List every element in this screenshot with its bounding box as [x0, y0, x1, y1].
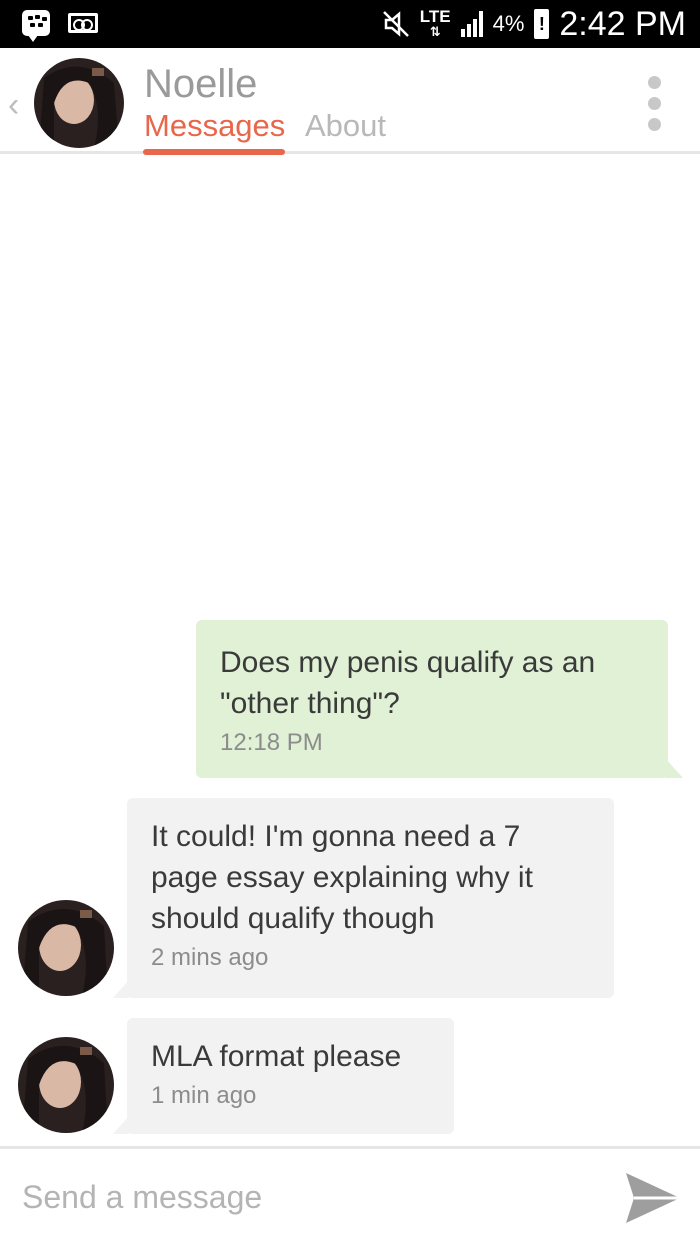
signal-icon [460, 11, 483, 37]
contact-name: Noelle [144, 62, 258, 106]
incoming-message: It could! I'm gonna need a 7 page essay … [113, 798, 614, 998]
message-timestamp: 12:18 PM [220, 729, 323, 756]
battery-icon: ! [534, 9, 550, 39]
system-icons: LTE ⇅ 4% ! 2:42 PM [382, 0, 686, 48]
status-bar: LTE ⇅ 4% ! 2:42 PM [0, 0, 700, 48]
overflow-menu-icon[interactable] [648, 76, 662, 131]
incoming-message: MLA format please 1 min ago [113, 1018, 454, 1134]
send-icon[interactable] [624, 1171, 682, 1225]
network-type: LTE ⇅ [419, 7, 451, 39]
mute-icon [382, 11, 409, 37]
message-text: It could! I'm gonna need a 7 page essay … [151, 820, 533, 935]
tab-messages[interactable]: Messages [144, 108, 285, 144]
message-text: MLA format please [151, 1040, 402, 1073]
message-composer [0, 1146, 700, 1244]
voicemail-icon [68, 13, 98, 33]
clock: 2:42 PM [559, 4, 686, 43]
conversation-header: ‹ Noelle Messages About [0, 48, 700, 155]
bbm-icon [22, 10, 50, 42]
outgoing-message: Does my penis qualify as an "other thing… [196, 620, 683, 778]
back-arrow-icon[interactable]: ‹ [8, 86, 19, 125]
message-timestamp: 1 min ago [151, 1082, 257, 1109]
active-tab-indicator [143, 149, 285, 155]
contact-avatar[interactable] [34, 58, 124, 148]
notification-icons [22, 10, 98, 42]
message-timestamp: 2 mins ago [151, 944, 269, 971]
battery-percent: 4% [492, 11, 525, 36]
sender-avatar[interactable] [18, 1037, 114, 1133]
tab-about[interactable]: About [305, 108, 386, 144]
sender-avatar[interactable] [18, 900, 114, 996]
message-text: Does my penis qualify as an "other thing… [220, 646, 596, 720]
message-input[interactable] [22, 1167, 582, 1227]
